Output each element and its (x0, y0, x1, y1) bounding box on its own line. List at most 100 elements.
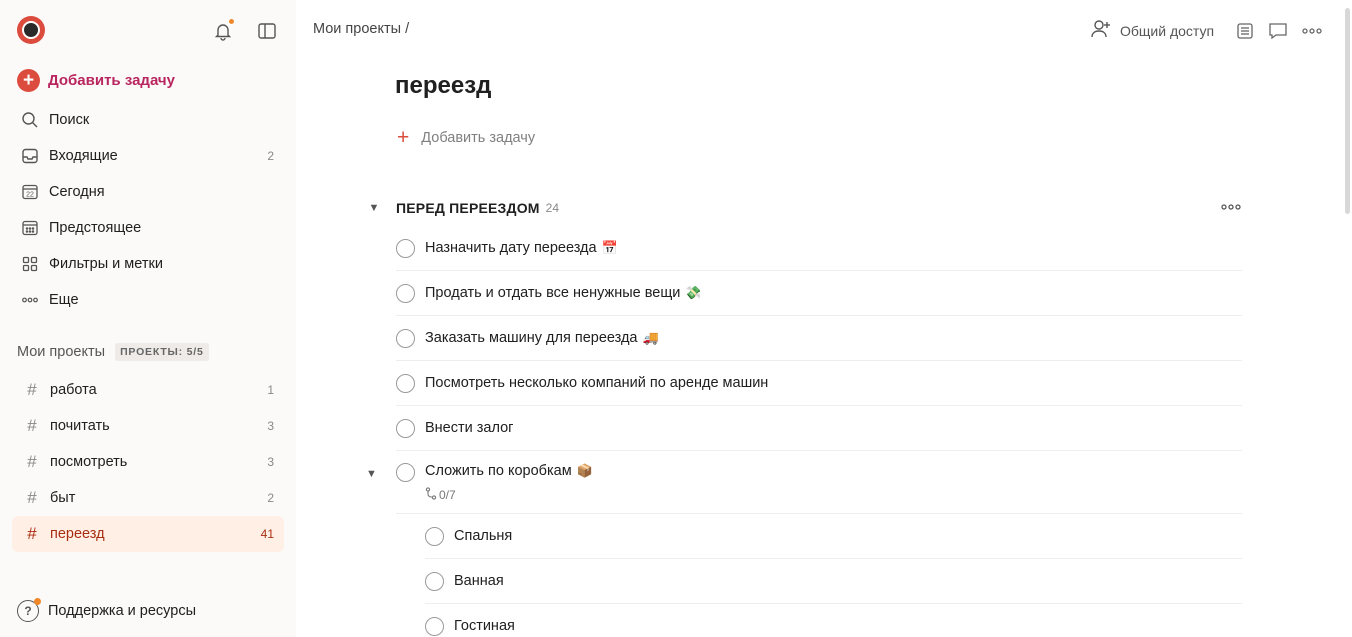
task-list: Назначить дату переезда 📅 Продать и отда… (366, 226, 1242, 637)
support-link[interactable]: ? Поддержка и ресурсы (17, 598, 197, 622)
chevron-down-icon[interactable]: ▼ (366, 202, 382, 214)
page-title: переезд (395, 72, 492, 99)
task-row[interactable]: Назначить дату переезда 📅 (396, 226, 1242, 271)
project-item-pochitat[interactable]: # почитать 3 (12, 408, 284, 444)
help-notification-dot (34, 598, 41, 605)
scrollbar[interactable] (1345, 8, 1350, 214)
project-item-byt[interactable]: # быт 2 (12, 480, 284, 516)
comments-icon[interactable] (1267, 20, 1289, 42)
project-label: почитать (50, 418, 110, 434)
task-row[interactable]: Заказать машину для переезда 🚚 (396, 316, 1242, 361)
subtask-row[interactable]: Ванная (425, 559, 1242, 604)
help-icon: ? (17, 598, 41, 622)
subtask-row[interactable]: Спальня (425, 514, 1242, 559)
notifications-bell-icon[interactable] (210, 18, 236, 44)
filters-icon (20, 254, 40, 274)
sidebar-item-filters[interactable]: Фильтры и метки (12, 246, 284, 282)
breadcrumb[interactable]: Мои проекты / (313, 21, 409, 37)
sidebar-item-label: Входящие (49, 148, 118, 164)
svg-text:22: 22 (26, 192, 34, 199)
sidebar-item-label: Еще (49, 292, 79, 308)
task-title: Ванная (454, 573, 504, 589)
sidebar-item-count: 2 (267, 149, 274, 163)
share-button[interactable]: Общий доступ (1090, 19, 1214, 42)
support-label: Поддержка и ресурсы (48, 603, 197, 619)
subtask-icon (425, 487, 437, 503)
task-title: Продать и отдать все ненужные вещи (425, 285, 681, 301)
task-checkbox[interactable] (425, 526, 444, 546)
task-checkbox[interactable] (396, 418, 415, 438)
sidebar-item-label: Фильтры и метки (49, 256, 163, 272)
project-count: 3 (267, 419, 274, 433)
task-emoji: 📦 (576, 463, 593, 478)
task-emoji: 📅 (601, 240, 618, 255)
project-item-posmotret[interactable]: # посмотреть 3 (12, 444, 284, 480)
sidebar-item-more[interactable]: Еще (12, 282, 284, 318)
inline-add-task-label: Добавить задачу (421, 129, 536, 146)
task-title: Заказать машину для переезда (425, 330, 638, 346)
task-row[interactable]: Посмотреть несколько компаний по аренде … (396, 361, 1242, 406)
more-icon (20, 290, 40, 310)
inline-add-task-button[interactable]: + Добавить задачу (397, 127, 535, 148)
section-name[interactable]: ПЕРЕД ПЕРЕЕЗДОМ (396, 200, 540, 216)
notification-dot (228, 18, 235, 25)
task-checkbox[interactable] (425, 616, 444, 636)
task-row[interactable]: Внести залог (396, 406, 1242, 451)
task-checkbox[interactable] (425, 571, 444, 591)
my-projects-title: Мои проекты (17, 344, 106, 360)
task-checkbox[interactable] (396, 373, 415, 393)
projects-limit-badge: ПРОЕКТЫ: 5/5 (115, 343, 209, 361)
search-icon (20, 110, 40, 130)
task-row[interactable]: Продать и отдать все ненужные вещи 💸 (396, 271, 1242, 316)
task-title: Назначить дату переезда (425, 240, 597, 256)
sidebar-item-inbox[interactable]: Входящие 2 (12, 138, 284, 174)
section-count: 24 (545, 201, 560, 215)
task-emoji: 💸 (685, 285, 702, 300)
task-checkbox[interactable] (396, 283, 415, 303)
project-list: # работа 1 # почитать 3 # посмотреть 3 #… (12, 372, 284, 552)
chevron-down-icon[interactable]: ▼ (366, 468, 377, 480)
sidebar-item-label: Предстоящее (49, 220, 142, 236)
add-person-icon (1090, 19, 1112, 42)
sidebar-item-label: Поиск (49, 112, 90, 128)
hash-icon: # (27, 524, 37, 543)
section-header: ▼ ПЕРЕД ПЕРЕЕЗДОМ 24 (366, 199, 1242, 217)
task-row-parent[interactable]: ▼ Сложить по коробкам 📦 0/7 (366, 451, 1242, 514)
user-avatar[interactable] (17, 16, 45, 44)
calendar-today-icon: 22 (20, 182, 40, 202)
task-title: Внести залог (425, 420, 514, 436)
sidebar-item-upcoming[interactable]: Предстоящее (12, 210, 284, 246)
add-task-button[interactable]: + Добавить задачу (17, 66, 175, 94)
subtask-row[interactable]: Гостиная (425, 604, 1242, 637)
plus-circle-icon: + (17, 68, 40, 92)
sidebar: + Добавить задачу Поиск Входящие 2 22 Се… (0, 0, 296, 637)
task-checkbox[interactable] (396, 238, 415, 258)
sidebar-item-today[interactable]: 22 Сегодня (12, 174, 284, 210)
subtask-progress: 0/7 (425, 487, 456, 503)
my-projects-header[interactable]: Мои проекты ПРОЕКТЫ: 5/5 (17, 343, 209, 361)
plus-icon: + (397, 126, 410, 149)
task-emoji: 🚚 (642, 330, 659, 345)
task-title: Посмотреть несколько компаний по аренде … (425, 375, 769, 391)
view-options-icon[interactable] (1234, 20, 1256, 42)
task-title: Сложить по коробкам (425, 463, 572, 479)
sidebar-item-search[interactable]: Поиск (12, 102, 284, 138)
section-more-icon[interactable] (1220, 199, 1242, 217)
sidebar-toggle-icon[interactable] (254, 18, 280, 44)
share-label: Общий доступ (1120, 22, 1215, 39)
project-item-pereezd[interactable]: # переезд 41 (12, 516, 284, 552)
inbox-icon (20, 146, 40, 166)
project-count: 2 (267, 491, 274, 505)
project-count: 41 (260, 527, 274, 541)
hash-icon: # (27, 452, 37, 471)
project-label: работа (50, 382, 97, 398)
project-item-rabota[interactable]: # работа 1 (12, 372, 284, 408)
sidebar-nav: Поиск Входящие 2 22 Сегодня Предстоящее … (12, 102, 284, 318)
hash-icon: # (27, 416, 37, 435)
more-options-icon[interactable] (1301, 20, 1323, 42)
task-checkbox[interactable] (396, 328, 415, 348)
project-count: 3 (267, 455, 274, 469)
hash-icon: # (27, 488, 37, 507)
task-checkbox[interactable] (396, 463, 415, 482)
project-label: переезд (50, 526, 105, 542)
